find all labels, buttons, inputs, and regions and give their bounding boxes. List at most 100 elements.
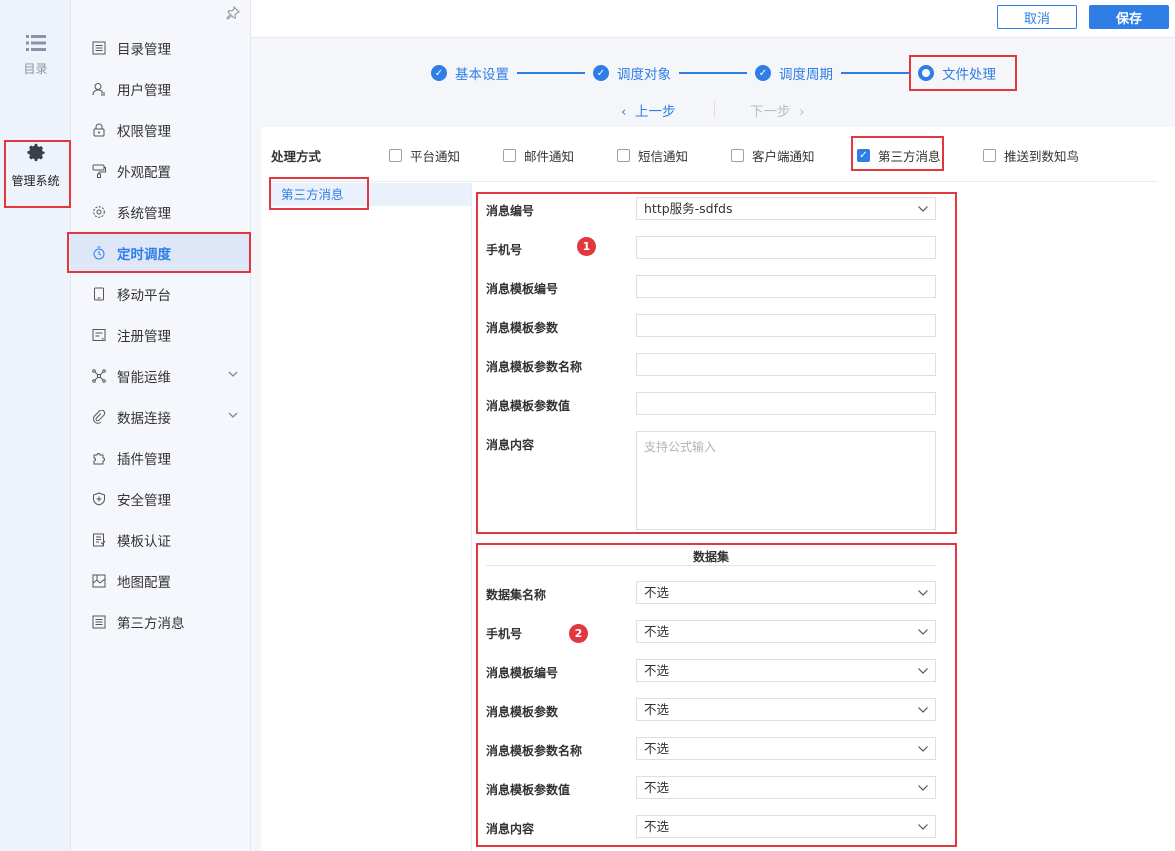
sidebar-item-label: 模板认证 <box>117 533 171 550</box>
section1-field-label: 消息模板参数名称 <box>486 360 583 374</box>
brush-icon <box>91 163 107 179</box>
sidebar-item-0[interactable]: 目录管理 <box>71 27 251 68</box>
shield-icon <box>91 491 107 507</box>
dataset-field-select[interactable]: 不选 <box>636 620 936 643</box>
section1-text-input[interactable] <box>636 236 936 259</box>
sidebar-item-label: 插件管理 <box>117 451 171 468</box>
dataset-field-label: 消息模板参数值 <box>486 783 571 797</box>
sidebar-item-9[interactable]: 数据连接 <box>71 396 251 437</box>
step-connector <box>679 72 747 74</box>
processing-option-label: 短信通知 <box>638 149 689 164</box>
sidebar-item-label: 地图配置 <box>117 574 171 591</box>
section1-text-input[interactable] <box>636 275 936 298</box>
chevron-down-icon <box>917 780 929 801</box>
section1-text-input[interactable] <box>636 353 936 376</box>
nav-divider <box>714 101 715 117</box>
sidebar-item-label: 外观配置 <box>117 164 171 181</box>
link-icon <box>91 409 107 425</box>
sidebar-item-label: 注册管理 <box>117 328 171 345</box>
processing-option-1[interactable]: 邮件通知 <box>503 146 574 165</box>
cog-icon <box>91 204 107 220</box>
sidebar-item-10[interactable]: 插件管理 <box>71 437 251 478</box>
sidebar-item-label: 目录管理 <box>117 41 171 58</box>
section1-text-input[interactable] <box>636 392 936 415</box>
highlight-box-third-party <box>851 136 944 171</box>
divider <box>268 181 1158 182</box>
template-icon <box>91 532 107 548</box>
select-value: 不选 <box>644 741 670 756</box>
sidebar-item-14[interactable]: 第三方消息 <box>71 601 251 642</box>
sidebar-item-label: 系统管理 <box>117 205 171 222</box>
dataset-field-label: 手机号 <box>486 627 523 641</box>
sidebar-item-5[interactable]: 定时调度 <box>67 232 251 273</box>
checkbox-icon[interactable] <box>731 149 744 162</box>
register-icon <box>91 327 107 343</box>
sidebar-item-label: 第三方消息 <box>117 615 185 632</box>
select-value: 不选 <box>644 624 670 639</box>
step-label: 调度周期 <box>779 67 833 83</box>
save-button[interactable]: 保存 <box>1089 5 1169 29</box>
processing-option-label: 推送到数知鸟 <box>1004 149 1080 164</box>
dataset-field-select[interactable]: 不选 <box>636 737 936 760</box>
select-value: 不选 <box>644 780 670 795</box>
sidebar-item-1[interactable]: 用户管理 <box>71 68 251 109</box>
processing-option-5[interactable]: 推送到数知鸟 <box>983 146 1079 165</box>
icon-rail: 目录 管理系统 <box>0 0 71 851</box>
sidebar-item-13[interactable]: 地图配置 <box>71 560 251 601</box>
checkbox-icon[interactable] <box>503 149 516 162</box>
select-value: 不选 <box>644 585 670 600</box>
dataset-field-label: 消息模板编号 <box>486 666 559 680</box>
dataset-field-select[interactable]: 不选 <box>636 815 936 838</box>
checkbox-icon[interactable] <box>617 149 630 162</box>
dataset-title: 数据集 <box>692 550 729 564</box>
dataset-field-select[interactable]: 不选 <box>636 776 936 799</box>
dataset-field-select[interactable]: 不选 <box>636 659 936 682</box>
sidebar-item-2[interactable]: 权限管理 <box>71 109 251 150</box>
chevron-down-icon <box>917 201 929 222</box>
checkbox-icon[interactable] <box>389 149 402 162</box>
chevron-down-icon <box>917 663 929 684</box>
sidebar-item-label: 数据连接 <box>117 410 171 427</box>
dataset-field-select[interactable]: 不选 <box>636 581 936 604</box>
step-schedule-object[interactable]: ✓ 调度对象 <box>593 63 671 83</box>
check-circle-icon: ✓ <box>755 65 771 81</box>
message-icon <box>91 614 107 630</box>
checkbox-icon[interactable] <box>983 149 996 162</box>
cancel-button[interactable]: 取消 <box>997 5 1077 29</box>
chevron-down-icon <box>917 585 929 606</box>
lock-icon <box>91 122 107 138</box>
dataset-field-select[interactable]: 不选 <box>636 698 936 721</box>
highlight-box-sub-tab <box>269 177 369 210</box>
step-label: 调度对象 <box>617 67 671 83</box>
step-schedule-cycle[interactable]: ✓ 调度周期 <box>755 63 833 83</box>
prev-step-button[interactable]: ‹ 上一步 <box>621 100 675 120</box>
select-value: 不选 <box>644 663 670 678</box>
dataset-field-label: 消息模板参数 <box>486 705 559 719</box>
pin-icon[interactable] <box>226 5 240 24</box>
sidebar-item-7[interactable]: 注册管理 <box>71 314 251 355</box>
sidebar-item-3[interactable]: 外观配置 <box>71 150 251 191</box>
sidebar-item-12[interactable]: 模板认证 <box>71 519 251 560</box>
select-value: 不选 <box>644 819 670 834</box>
sidebar-item-6[interactable]: 移动平台 <box>71 273 251 314</box>
sidebar-item-4[interactable]: 系统管理 <box>71 191 251 232</box>
sidebar-item-11[interactable]: 安全管理 <box>71 478 251 519</box>
message-id-select[interactable]: http服务-sdfds <box>636 197 936 220</box>
section1-text-input[interactable] <box>636 314 936 337</box>
check-circle-icon: ✓ <box>593 65 609 81</box>
processing-option-2[interactable]: 短信通知 <box>617 146 688 165</box>
next-step-button[interactable]: 下一步 › <box>750 100 804 120</box>
sidebar-item-8[interactable]: 智能运维 <box>71 355 251 396</box>
step-basic-settings[interactable]: ✓ 基本设置 <box>431 63 509 83</box>
message-content-textarea[interactable]: 支持公式输入 <box>636 431 936 530</box>
processing-option-label: 邮件通知 <box>524 149 575 164</box>
dataset-field-label: 数据集名称 <box>486 588 547 602</box>
tablet-icon <box>91 286 107 302</box>
list-icon <box>25 35 46 51</box>
processing-option-0[interactable]: 平台通知 <box>389 146 460 165</box>
sidebar: 目录管理用户管理 权限管理外观配置系统管理定时调度 移动平台注册管理智能运维数据连接… <box>67 0 251 851</box>
network-icon <box>91 368 107 384</box>
top-toolbar: 取消 保存 <box>251 0 1175 38</box>
processing-option-3[interactable]: 客户端通知 <box>731 146 815 165</box>
rail-item-catalog[interactable]: 目录 <box>0 34 71 77</box>
